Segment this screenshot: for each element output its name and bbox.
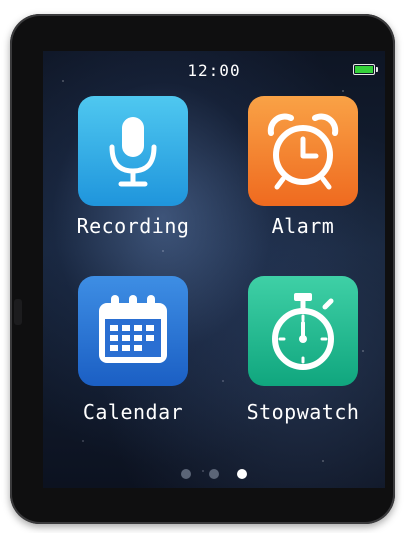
recording-app-icon[interactable] (78, 96, 188, 206)
alarm-app-icon[interactable] (248, 96, 358, 206)
calendar-app-icon[interactable] (78, 276, 188, 386)
app-label-stopwatch: Stopwatch (246, 400, 360, 424)
alarm-clock-icon (267, 113, 339, 190)
app-recording[interactable]: Recording (53, 96, 213, 238)
page-indicator (43, 469, 385, 479)
device-frame: 12:00 Recording Alarm Calendar Stopwatch (10, 14, 395, 524)
app-label-recording: Recording (76, 214, 190, 238)
battery-icon (353, 64, 378, 75)
app-label-alarm: Alarm (271, 214, 335, 238)
stopwatch-app-icon[interactable] (248, 276, 358, 386)
app-alarm[interactable]: Alarm (223, 96, 383, 238)
page-dot-2[interactable] (209, 469, 219, 479)
stopwatch-icon (272, 293, 334, 370)
status-time: 12:00 (187, 61, 241, 80)
app-stopwatch[interactable]: Stopwatch (223, 276, 383, 424)
page-dot-3[interactable] (237, 469, 247, 479)
app-calendar[interactable]: Calendar (53, 276, 213, 424)
app-label-calendar: Calendar (82, 400, 184, 424)
microphone-icon (109, 117, 157, 187)
battery-level (355, 66, 373, 73)
side-button[interactable] (14, 299, 22, 325)
page-dot-1[interactable] (181, 469, 191, 479)
calendar-icon (99, 295, 167, 363)
home-screen: 12:00 Recording Alarm Calendar Stopwatch (43, 51, 385, 488)
